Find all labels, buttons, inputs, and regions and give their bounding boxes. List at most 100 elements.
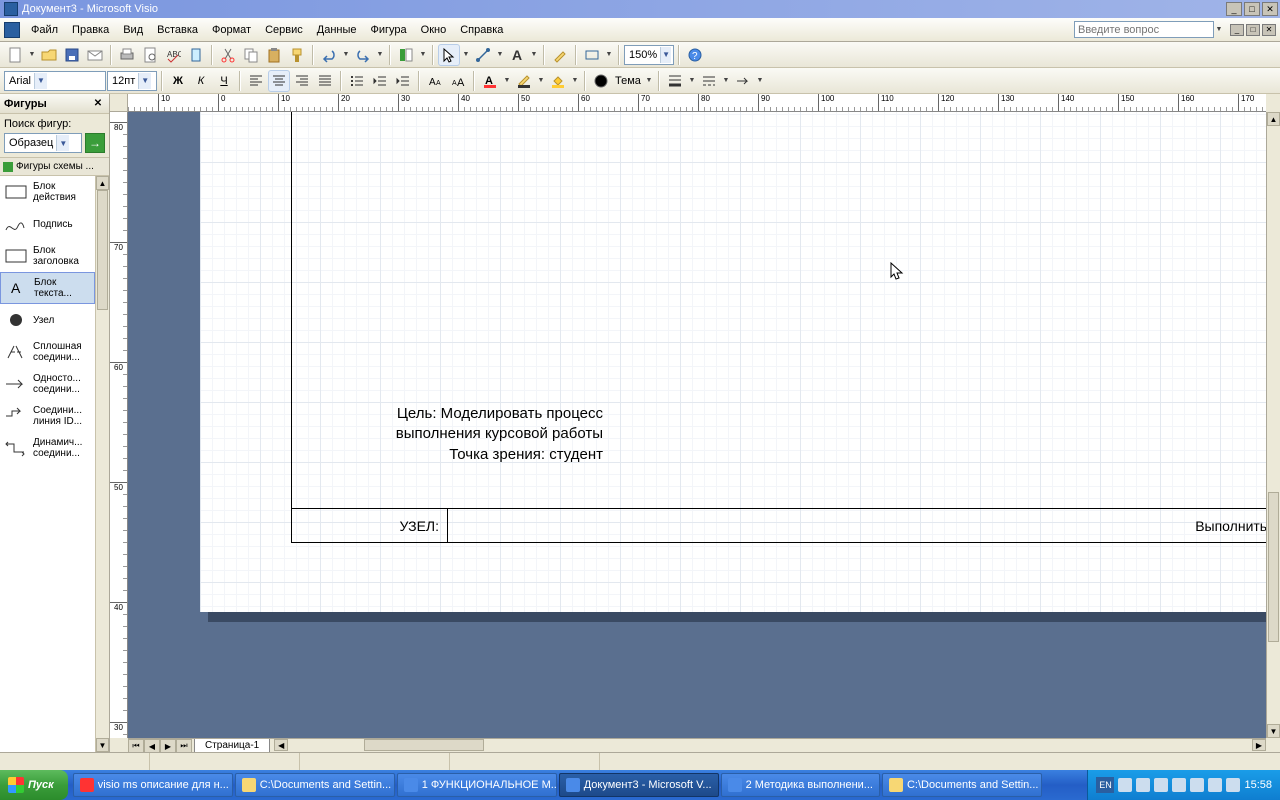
copy-button[interactable] [240,44,262,66]
line-pattern-dropdown-icon[interactable]: ▼ [721,72,731,90]
decrease-indent-button[interactable] [369,70,391,92]
zoom-combo[interactable]: 150%▼ [624,45,674,65]
fill-color-dropdown-icon[interactable]: ▼ [570,72,580,90]
canvas-vertical-scrollbar[interactable]: ▲ ▼ [1266,112,1280,738]
line-ends-button[interactable] [732,70,754,92]
canvas-horizontal-scrollbar[interactable]: ◀ ▶ [274,739,1266,752]
chevron-down-icon[interactable]: ▼ [56,135,69,151]
start-button[interactable]: Пуск [0,770,68,800]
bold-button[interactable]: Ж [167,70,189,92]
menu-file[interactable]: Файл [24,21,65,39]
menu-help[interactable]: Справка [453,21,510,39]
font-name-combo[interactable]: Arial▼ [4,71,106,91]
horizontal-ruler[interactable]: 2010010203040506070809010011012013014015… [128,94,1266,112]
chevron-down-icon[interactable]: ▼ [660,47,671,63]
idef0-node-cell[interactable]: УЗЕЛ: [291,509,448,543]
minimize-button[interactable]: _ [1226,2,1242,16]
menu-format[interactable]: Формат [205,21,258,39]
increase-indent-button[interactable] [392,70,414,92]
connector-tool-button[interactable] [472,44,494,66]
tray-icon[interactable] [1154,778,1168,792]
tray-icon[interactable] [1172,778,1186,792]
restore-button[interactable]: □ [1244,2,1260,16]
vertical-ruler[interactable]: 807060504030 [110,112,128,738]
shape-stencil-item[interactable]: Односто... соедини... [0,368,95,400]
ask-question-input[interactable] [1074,21,1214,38]
last-page-button[interactable]: ⏭ [176,739,192,753]
mail-button[interactable] [84,44,106,66]
language-indicator[interactable]: EN [1096,777,1114,793]
new-button[interactable] [4,44,26,66]
scroll-down-icon[interactable]: ▼ [1267,724,1280,738]
prev-page-button[interactable]: ◀ [144,739,160,753]
shapes-search-go-button[interactable]: → [85,133,105,153]
menu-tools[interactable]: Сервис [258,21,310,39]
underline-button[interactable]: Ч [213,70,235,92]
ask-dropdown-icon[interactable]: ▼ [1214,21,1224,39]
doc-restore-button[interactable]: □ [1246,24,1260,36]
scroll-up-icon[interactable]: ▲ [96,176,109,190]
undo-dropdown-icon[interactable]: ▼ [341,46,351,64]
first-page-button[interactable]: ⏮ [128,739,144,753]
scroll-thumb[interactable] [364,739,484,751]
font-color-dropdown-icon[interactable]: ▼ [502,72,512,90]
canvas-viewport[interactable]: Цель: Моделировать процесс выполнения ку… [128,112,1266,738]
redo-button[interactable] [352,44,374,66]
scroll-thumb[interactable] [97,190,108,310]
research-button[interactable] [185,44,207,66]
doc-minimize-button[interactable]: _ [1230,24,1244,36]
shape-stencil-item[interactable]: Блок действия [0,176,95,208]
menu-view[interactable]: Вид [116,21,150,39]
font-color-button[interactable]: A [479,70,501,92]
scroll-down-icon[interactable]: ▼ [96,738,109,752]
scroll-thumb[interactable] [1268,492,1279,642]
tray-icon[interactable] [1226,778,1240,792]
tray-icon[interactable] [1118,778,1132,792]
connector-dropdown-icon[interactable]: ▼ [495,46,505,64]
menu-edit[interactable]: Правка [65,21,116,39]
shape-stencil-item[interactable]: Блок заголовка [0,240,95,272]
text-tool-button[interactable]: A [506,44,528,66]
fill-color-button[interactable] [547,70,569,92]
theme-icon[interactable] [590,70,612,92]
shapes-scrollbar[interactable]: ▲ ▼ [95,176,109,752]
align-left-button[interactable] [245,70,267,92]
bullets-button[interactable] [346,70,368,92]
next-page-button[interactable]: ▶ [160,739,176,753]
redo-dropdown-icon[interactable]: ▼ [375,46,385,64]
increase-font-button[interactable]: AA [447,70,469,92]
font-size-combo[interactable]: 12пт▼ [107,71,157,91]
line-ends-dropdown-icon[interactable]: ▼ [755,72,765,90]
shape-stencil-item[interactable]: Динамич... соедини... [0,432,95,464]
shape-stencil-item[interactable]: Сплошная соедини... [0,336,95,368]
open-button[interactable] [38,44,60,66]
line-color-button[interactable] [513,70,535,92]
paste-button[interactable] [263,44,285,66]
print-button[interactable] [116,44,138,66]
pointer-dropdown-icon[interactable]: ▼ [461,46,471,64]
line-weight-dropdown-icon[interactable]: ▼ [687,72,697,90]
menu-data[interactable]: Данные [310,21,364,39]
idef0-text-block[interactable]: Цель: Моделировать процесс выполнения ку… [360,404,603,465]
text-dropdown-icon[interactable]: ▼ [529,46,539,64]
shape-stencil-item[interactable]: Узел [0,304,95,336]
scroll-left-icon[interactable]: ◀ [274,739,288,751]
shapes-pane-close-button[interactable]: ✕ [91,97,105,111]
print-preview-button[interactable] [139,44,161,66]
page-tab[interactable]: Страница-1 [194,739,270,753]
tray-icon[interactable] [1190,778,1204,792]
undo-button[interactable] [318,44,340,66]
theme-label[interactable]: Тема [613,75,643,87]
help-button[interactable]: ? [684,44,706,66]
tray-icon[interactable] [1208,778,1222,792]
clock[interactable]: 15:58 [1244,779,1272,791]
align-right-button[interactable] [291,70,313,92]
taskbar-task[interactable]: 1 ФУНКЦИОНАЛЬНОЕ М... [397,773,557,797]
shapes-search-combo[interactable]: Образец▼ [4,133,82,153]
shape-stencil-item[interactable]: AБлок текста... [0,272,95,304]
align-center-button[interactable] [268,70,290,92]
taskbar-task[interactable]: visio ms описание для н... [73,773,233,797]
rectangle-dropdown-icon[interactable]: ▼ [604,46,614,64]
decrease-font-button[interactable]: AA [424,70,446,92]
theme-dropdown-icon[interactable]: ▼ [644,72,654,90]
